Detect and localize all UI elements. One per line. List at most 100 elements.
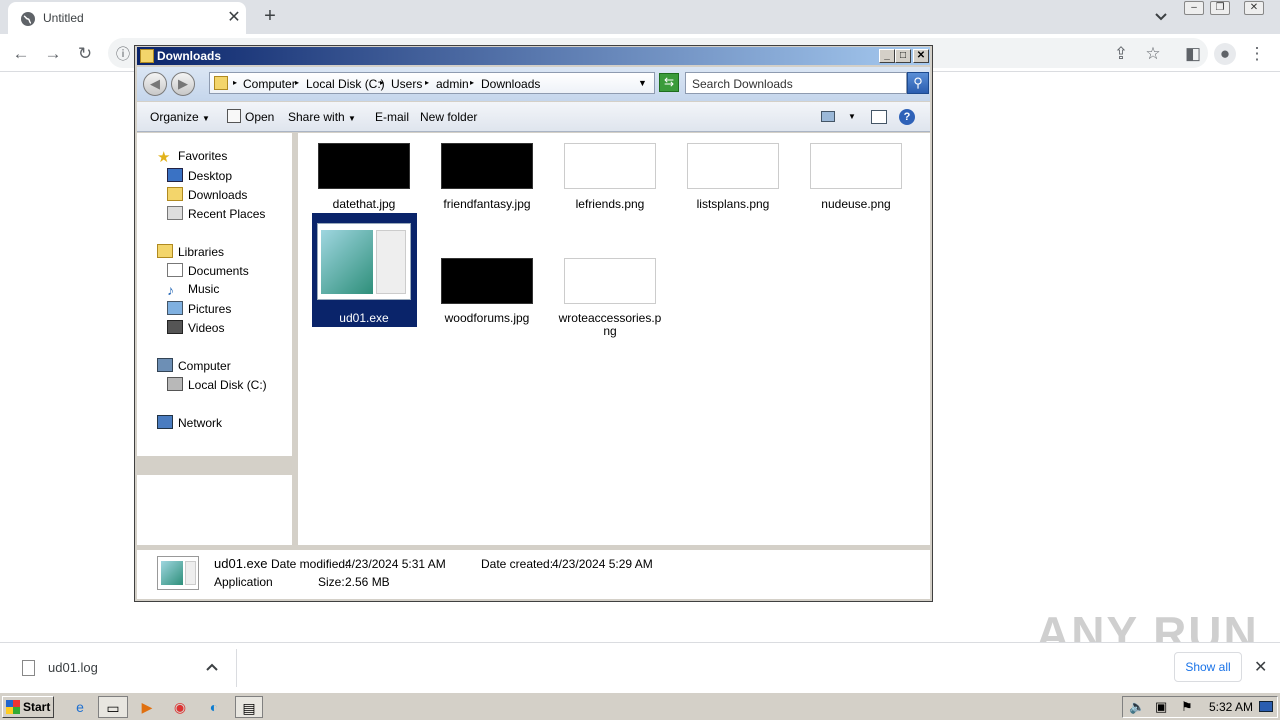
open-button[interactable]: Open [245,110,274,124]
share-icon[interactable]: ⇪ [1110,43,1132,65]
file-item[interactable]: woodforums.jpg [435,253,539,327]
search-input[interactable]: Search Downloads [685,72,907,94]
application-icon [317,223,411,300]
reload-icon[interactable]: ↻ [74,43,96,65]
open-icon[interactable] [227,109,241,123]
file-name: friendfantasy.jpg [443,197,531,211]
breadcrumb-item[interactable]: admin [436,77,469,91]
window-maximize-button[interactable]: □ [895,49,911,63]
chevron-right-icon[interactable]: ▸ [380,78,384,87]
share-with-button[interactable]: Share with ▼ [288,110,356,124]
file-item[interactable]: nudeuse.png [804,138,908,211]
organize-label: Organize [150,110,199,124]
nav-item-pictures[interactable]: Pictures [167,301,231,316]
forward-icon[interactable]: → [42,43,64,65]
nav-item-local-disk[interactable]: Local Disk (C:) [167,377,267,392]
chevron-down-icon[interactable]: ▼ [638,78,647,88]
start-label: Start [23,700,51,714]
search-icon[interactable]: ⚲ [907,72,929,94]
download-file-name[interactable]: ud01.log [48,660,98,675]
chevron-down-icon[interactable]: ▼ [848,112,856,121]
chevron-right-icon[interactable]: ▸ [233,78,237,87]
breadcrumb-item[interactable]: Users [391,77,422,91]
nav-item-recent-places[interactable]: Recent Places [167,206,265,221]
profile-icon[interactable]: ● [1214,43,1236,65]
nav-label: Recent Places [188,207,266,221]
new-folder-button[interactable]: New folder [420,110,477,124]
file-item[interactable]: datethat.jpg [312,138,416,211]
menu-icon[interactable]: ⋮ [1246,43,1268,65]
details-pane: ud01.exe Date modified: 4/23/2024 5:31 A… [137,547,930,599]
file-item[interactable]: listsplans.png [681,138,785,211]
file-item[interactable]: lefriends.png [558,138,662,211]
window-taskbar-icon[interactable]: ▤ [235,696,263,718]
nav-item-network[interactable]: Network [157,415,222,430]
file-item[interactable]: wroteaccessories.png [558,253,662,343]
network-tray-icon[interactable]: ▣ [1155,699,1167,715]
views-icon[interactable] [821,111,835,122]
close-button[interactable]: ✕ [1244,1,1264,15]
browser-tab[interactable]: Untitled ✕ [8,2,246,34]
clock[interactable]: 5:32 AM [1209,700,1253,714]
restore-button[interactable]: ❐ [1210,1,1230,15]
image-thumbnail [441,143,533,189]
forward-button[interactable]: ▶ [171,72,195,96]
info-icon[interactable]: ⓘ [116,44,130,64]
flag-icon[interactable]: ⚑ [1181,699,1193,715]
help-icon[interactable]: ? [899,109,915,125]
minimize-button[interactable]: – [1184,1,1204,15]
search-placeholder: Search Downloads [692,77,793,91]
breadcrumb-item[interactable]: Local Disk (C:) [306,77,385,91]
chevron-up-icon[interactable] [204,659,220,675]
media-player-icon[interactable]: ▶ [135,696,159,718]
detail-size-value: 2.56 MB [345,575,390,589]
file-name: woodforums.jpg [444,311,530,325]
refresh-icon[interactable]: ⇆ [659,73,679,92]
show-all-button[interactable]: Show all [1174,652,1242,682]
file-item-selected[interactable]: ud01.exe [312,213,416,327]
file-name: datethat.jpg [332,197,396,211]
chrome-icon[interactable]: ◉ [168,696,192,718]
preview-pane-icon[interactable] [871,110,887,124]
explorer-taskbar-icon[interactable]: ▭ [98,696,128,718]
organize-button[interactable]: Organize ▼ [150,110,210,124]
breadcrumb[interactable]: ▸ Computer ▸ Local Disk (C:) ▸ Users ▸ a… [209,72,655,94]
chevron-down-icon[interactable] [1150,6,1172,28]
start-button[interactable]: Start [2,696,54,718]
nav-item-videos[interactable]: Videos [167,320,224,335]
nav-item-desktop[interactable]: Desktop [167,168,232,183]
chevron-right-icon[interactable]: ▸ [425,78,429,87]
back-icon[interactable]: ← [10,43,32,65]
show-desktop-icon[interactable] [1259,701,1273,712]
nav-item-music[interactable]: ♪ Music [167,282,219,297]
new-tab-button[interactable]: + [258,5,282,29]
tab-close-button[interactable]: ✕ [224,8,244,28]
close-icon[interactable]: ✕ [1254,657,1267,677]
edge-icon[interactable]: ◐ [202,696,226,718]
back-button[interactable]: ◀ [143,72,167,96]
window-close-button[interactable]: ✕ [913,49,929,63]
file-name: listsplans.png [696,197,770,211]
ie-icon[interactable]: e [68,696,92,718]
email-button[interactable]: E-mail [375,110,409,124]
nav-item-downloads[interactable]: Downloads [167,187,247,202]
browser-tab-strip: Untitled ✕ + – ❐ ✕ [0,0,1280,34]
nav-item-libraries[interactable]: Libraries [157,244,224,259]
nav-item-documents[interactable]: Documents [167,263,249,278]
breadcrumb-item[interactable]: Downloads [481,77,540,91]
downloads-icon [167,187,183,201]
file-list: datethat.jpg friendfantasy.jpg lefriends… [298,133,930,545]
chevron-right-icon[interactable]: ▸ [470,78,474,87]
nav-label: Music [188,282,220,296]
side-panel-icon[interactable]: ◧ [1182,43,1204,65]
star-icon[interactable]: ☆ [1142,43,1164,65]
file-item[interactable]: friendfantasy.jpg [435,138,539,211]
speaker-icon[interactable]: 🔈 [1129,699,1145,715]
window-minimize-button[interactable]: _ [879,49,895,63]
nav-item-favorites[interactable]: ★ Favorites [157,149,227,165]
breadcrumb-item[interactable]: Computer [243,77,296,91]
chevron-right-icon[interactable]: ▸ [295,78,299,87]
nav-item-computer[interactable]: Computer [157,358,231,373]
system-tray: 🔈 ▣ ⚑ 5:32 AM [1122,696,1278,718]
window-titlebar[interactable]: Downloads _ □ ✕ [137,47,930,65]
